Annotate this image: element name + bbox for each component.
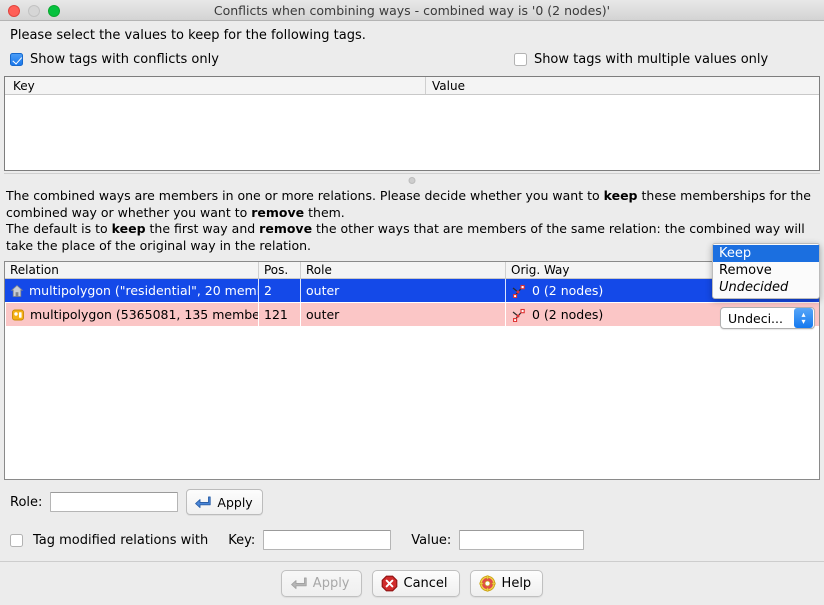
way-icon	[511, 308, 526, 322]
explanation-line-2: The default is to keep the first way and…	[6, 221, 816, 254]
tag-table-body[interactable]	[5, 95, 819, 170]
role-and-tag-form: Role: Apply Tag modified relations with …	[0, 480, 824, 553]
close-button[interactable]	[8, 5, 20, 17]
lifebuoy-help-icon	[478, 575, 496, 592]
cancel-octagon-icon	[381, 575, 398, 592]
relation-name: multipolygon ("residential", 20 memb...	[29, 283, 258, 298]
relation-name: multipolygon (5365081, 135 membe...	[30, 307, 258, 322]
splitter[interactable]	[4, 173, 820, 186]
relation-cell[interactable]: multipolygon (5365081, 135 membe...	[5, 303, 258, 326]
role-row: Role: Apply	[8, 488, 816, 516]
splitter-grip-icon[interactable]	[408, 177, 416, 184]
filter-checkbox-row: Show tags with conflicts only Show tags …	[8, 49, 816, 69]
apply-button-label: Apply	[312, 576, 350, 591]
role-apply-label: Apply	[217, 494, 253, 510]
position-cell[interactable]: 121	[258, 303, 300, 326]
relation-house-icon	[10, 284, 24, 298]
checkbox-box-conflicts[interactable]	[10, 52, 23, 66]
apply-button[interactable]: Apply	[280, 570, 362, 597]
decision-combobox[interactable]: Undeci... ▴ ▾	[720, 307, 815, 329]
role-cell[interactable]: outer	[300, 303, 505, 326]
relation-column-role[interactable]: Role	[300, 262, 505, 278]
explain-2b: keep	[111, 221, 146, 236]
window-controls	[8, 5, 60, 17]
role-apply-button[interactable]: Apply	[186, 489, 263, 515]
menu-item-keep[interactable]: Keep	[713, 245, 819, 262]
table-row[interactable]: multipolygon ("residential", 20 memb... …	[5, 279, 819, 303]
dialog-window: Conflicts when combining ways - combined…	[0, 0, 824, 605]
explain-1e: them.	[304, 204, 345, 220]
tag-modified-relations-label: Tag modified relations with	[33, 532, 209, 548]
menu-item-remove[interactable]: Remove	[713, 262, 819, 279]
relation-column-pos[interactable]: Pos.	[258, 262, 300, 278]
position-cell[interactable]: 2	[258, 279, 300, 302]
show-multiple-values-only-label: Show tags with multiple values only	[533, 51, 769, 67]
help-button-label: Help	[501, 576, 532, 591]
key-input[interactable]	[263, 530, 392, 550]
cancel-button-label: Cancel	[403, 576, 448, 591]
tag-selection-section: Please select the values to keep for the…	[0, 21, 824, 69]
value-label: Value:	[411, 532, 452, 548]
tag-modified-row: Tag modified relations with Key: Value:	[8, 527, 816, 553]
instruction-text: Please select the values to keep for the…	[10, 28, 366, 43]
value-input[interactable]	[459, 530, 585, 550]
chevron-down-icon: ▾	[801, 317, 806, 326]
chevron-updown-icon[interactable]: ▴ ▾	[794, 308, 813, 328]
window-title: Conflicts when combining ways - combined…	[213, 2, 611, 18]
minimize-button[interactable]	[28, 5, 40, 17]
orig-way-label: 0 (2 nodes)	[532, 307, 604, 322]
tag-conflict-table[interactable]: Key Value	[4, 76, 820, 171]
title-bar: Conflicts when combining ways - combined…	[0, 0, 824, 21]
checkbox-box-tag-modified[interactable]	[10, 533, 23, 547]
tag-column-value[interactable]: Value	[425, 77, 819, 94]
tag-table-header: Key Value	[5, 77, 819, 95]
menu-item-undecided[interactable]: Undecided	[713, 279, 819, 296]
decision-dropdown-menu[interactable]: Keep Remove Undecided	[712, 243, 820, 299]
role-input[interactable]	[50, 492, 179, 512]
role-label: Role:	[10, 494, 43, 510]
relation-explanation: The combined ways are members in one or …	[0, 186, 824, 258]
explanation-line-1: The combined ways are members in one or …	[6, 188, 816, 221]
explain-2a: The default is to	[6, 221, 112, 236]
show-conflicts-only-checkbox[interactable]: Show tags with conflicts only	[10, 52, 219, 67]
help-button[interactable]: Help	[469, 570, 544, 597]
key-label: Key:	[228, 532, 256, 548]
tag-column-key[interactable]: Key	[5, 77, 425, 94]
way-icon	[511, 284, 526, 298]
show-multiple-values-only-checkbox[interactable]: Show tags with multiple values only	[513, 51, 769, 67]
relation-column-relation[interactable]: Relation	[5, 262, 258, 278]
relation-table-empty-area	[5, 327, 819, 479]
decision-combobox-value: Undeci...	[728, 310, 783, 326]
relation-membership-table[interactable]: Relation Pos. Role Orig. Way multipolygo…	[4, 261, 820, 480]
explain-2c: the first way and	[145, 221, 260, 236]
dialog-footer: Apply Cancel Help	[0, 561, 824, 605]
orig-way-label: 0 (2 nodes)	[532, 283, 604, 298]
explain-1d: remove	[251, 204, 305, 220]
cancel-button[interactable]: Cancel	[371, 570, 460, 597]
explain-2d: remove	[259, 221, 313, 236]
enter-arrow-icon	[194, 495, 212, 510]
explain-1b: keep	[603, 188, 638, 203]
show-conflicts-only-label: Show tags with conflicts only	[30, 51, 219, 67]
relation-generic-icon	[11, 308, 25, 322]
tag-modified-relations-checkbox[interactable]: Tag modified relations with	[10, 533, 208, 548]
enter-arrow-icon	[290, 576, 307, 591]
maximize-button[interactable]	[48, 5, 60, 17]
relation-table-header: Relation Pos. Role Orig. Way	[5, 262, 819, 279]
checkbox-box-multiple[interactable]	[513, 52, 527, 66]
explain-1a: The combined ways are members in one or …	[6, 188, 604, 203]
relation-cell[interactable]: multipolygon ("residential", 20 memb...	[5, 279, 258, 302]
table-row[interactable]: multipolygon (5365081, 135 membe... 121 …	[5, 303, 819, 327]
role-cell[interactable]: outer	[300, 279, 505, 302]
